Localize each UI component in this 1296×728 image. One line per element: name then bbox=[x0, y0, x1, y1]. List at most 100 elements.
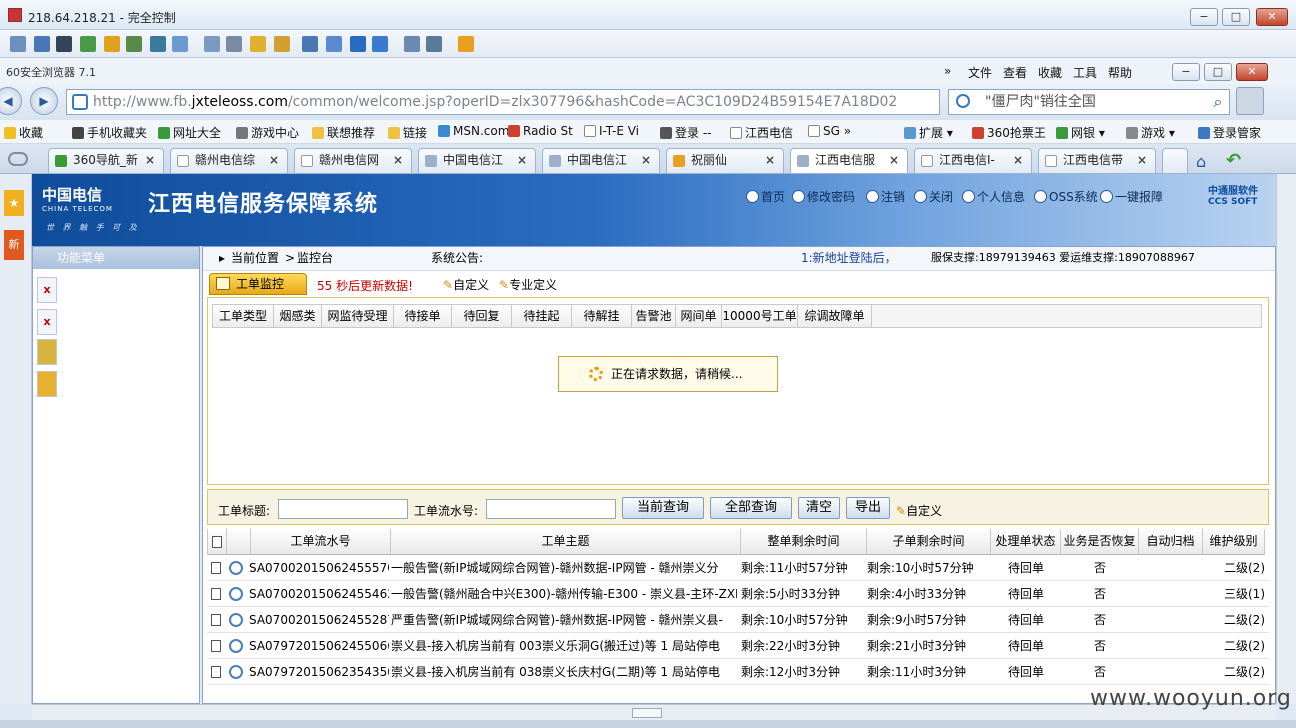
tab-close-icon[interactable]: × bbox=[393, 149, 403, 172]
tab-work-order-monitor[interactable]: 工单监控 bbox=[209, 273, 307, 295]
menu-file[interactable]: 文件 bbox=[968, 64, 992, 81]
category-internet[interactable]: 网间单 bbox=[676, 304, 722, 328]
row-checkbox[interactable] bbox=[211, 666, 221, 678]
magnifier-icon[interactable] bbox=[229, 639, 243, 653]
header-link-logout[interactable]: 注销 bbox=[866, 188, 905, 205]
close-button[interactable]: ✕ bbox=[1256, 8, 1288, 26]
search-engine-icon[interactable] bbox=[956, 94, 970, 108]
undo-close-icon[interactable]: ↶ bbox=[1226, 150, 1241, 171]
menu-favorites[interactable]: 收藏 bbox=[1038, 64, 1062, 81]
toolbar-icon-10[interactable] bbox=[226, 36, 242, 52]
header-link-oss[interactable]: OSS系统 bbox=[1034, 188, 1098, 205]
col-recovered[interactable]: 业务是否恢复 bbox=[1061, 529, 1139, 555]
tab-close-icon[interactable]: × bbox=[765, 149, 775, 172]
toolbar-icon-13[interactable] bbox=[302, 36, 318, 52]
magnifier-icon[interactable] bbox=[229, 613, 243, 627]
address-input[interactable]: http://www.fb.jxteleoss.com/common/welco… bbox=[66, 89, 940, 115]
avatar[interactable] bbox=[1236, 87, 1264, 115]
col-auto-archive[interactable]: 自动归档 bbox=[1139, 529, 1203, 555]
table-row[interactable]: SA07002015062455287 严重告警(新IP城域网综合网管)-赣州数… bbox=[207, 607, 1269, 633]
browser-maximize-button[interactable]: □ bbox=[1204, 63, 1232, 81]
browser-tab-3[interactable]: 赣州电信网 × bbox=[294, 148, 412, 173]
side-folder-icon-2[interactable] bbox=[37, 371, 57, 397]
row-serial[interactable]: SA07002015062455462 bbox=[249, 581, 389, 607]
side-close-icon-2[interactable]: x bbox=[37, 309, 57, 335]
custom-columns-link[interactable]: ✎自定义 bbox=[896, 502, 942, 519]
toolbar-icon-16[interactable] bbox=[372, 36, 388, 52]
clear-button[interactable]: 清空 bbox=[798, 497, 840, 519]
browser-tab-9[interactable]: 江西电信带 × bbox=[1038, 148, 1156, 173]
table-row[interactable]: SA07972015062455066 崇义县-接入机房当前有 003崇义乐洞G… bbox=[207, 633, 1269, 659]
fav-extensions[interactable]: 扩展 ▾ bbox=[904, 124, 953, 141]
row-serial[interactable]: SA07972015062354350 bbox=[249, 659, 389, 685]
header-link-home[interactable]: 首页 bbox=[746, 188, 785, 205]
breadcrumb-page[interactable]: 监控台 bbox=[297, 247, 333, 269]
toolbar-icon-19[interactable] bbox=[458, 36, 474, 52]
browser-tab-2[interactable]: 赣州电信综 × bbox=[170, 148, 288, 173]
menu-help[interactable]: 帮助 bbox=[1108, 64, 1132, 81]
fav-radio[interactable]: Radio St bbox=[508, 124, 573, 138]
menu-view[interactable]: 查看 bbox=[1003, 64, 1027, 81]
cloud-icon[interactable] bbox=[8, 152, 28, 166]
row-serial[interactable]: SA07002015062455570 bbox=[249, 555, 389, 581]
select-all-checkbox[interactable] bbox=[212, 536, 222, 548]
toolbar-icon-7[interactable] bbox=[150, 36, 166, 52]
fav-ite[interactable]: I-T-E Vi bbox=[584, 124, 639, 138]
back-button[interactable]: ◀ bbox=[0, 87, 22, 115]
fav-login-manager[interactable]: 登录管家 bbox=[1198, 124, 1261, 141]
toolbar-icon-12[interactable] bbox=[274, 36, 290, 52]
toolbar-icon-8[interactable] bbox=[172, 36, 188, 52]
toolbar-icon-3[interactable] bbox=[56, 36, 72, 52]
browser-close-button[interactable]: ✕ bbox=[1236, 63, 1268, 81]
fav-shoucang[interactable]: 收藏 bbox=[4, 124, 43, 141]
toolbar-icon-1[interactable] bbox=[10, 36, 26, 52]
search-icon[interactable]: ⌕ bbox=[1208, 92, 1228, 112]
serial-input[interactable] bbox=[486, 499, 616, 519]
header-link-change-password[interactable]: 修改密码 bbox=[792, 188, 855, 205]
toolbar-icon-4[interactable] bbox=[80, 36, 96, 52]
col-level[interactable]: 维护级别 bbox=[1203, 529, 1265, 555]
vertical-scrollbar[interactable] bbox=[1276, 174, 1296, 704]
forward-button[interactable]: ▶ bbox=[30, 87, 58, 115]
menu-more[interactable]: » bbox=[944, 64, 951, 78]
browser-tab-7[interactable]: 江西电信服 × bbox=[790, 148, 908, 173]
category-net-pending[interactable]: 网监待受理 bbox=[322, 304, 394, 328]
pro-custom-link[interactable]: ✎专业定义 bbox=[499, 276, 557, 293]
row-serial[interactable]: SA07972015062455066 bbox=[249, 633, 389, 659]
fav-game-center[interactable]: 游戏中心 bbox=[236, 124, 299, 141]
row-serial[interactable]: SA07002015062455287 bbox=[249, 607, 389, 633]
col-subject[interactable]: 工单主题 bbox=[391, 529, 741, 555]
magnifier-icon[interactable] bbox=[229, 665, 243, 679]
tab-close-icon[interactable]: × bbox=[889, 149, 899, 172]
current-query-button[interactable]: 当前查询 bbox=[622, 497, 704, 519]
tab-close-icon[interactable]: × bbox=[145, 149, 155, 172]
title-input[interactable] bbox=[278, 499, 408, 519]
export-button[interactable]: 导出 bbox=[846, 497, 890, 519]
magnifier-icon[interactable] bbox=[229, 561, 243, 575]
fav-mobile[interactable]: 手机收藏夹 bbox=[72, 124, 147, 141]
select-all-header[interactable] bbox=[207, 529, 227, 555]
fav-links[interactable]: 链接 bbox=[388, 124, 427, 141]
browser-tab-1[interactable]: 360导航_新 × bbox=[48, 148, 164, 173]
category-10000[interactable]: 10000号工单 bbox=[722, 304, 798, 328]
category-to-reply[interactable]: 待回复 bbox=[452, 304, 512, 328]
category-to-accept[interactable]: 待接单 bbox=[394, 304, 452, 328]
menu-tools[interactable]: 工具 bbox=[1073, 64, 1097, 81]
fav-bank[interactable]: 网银 ▾ bbox=[1056, 124, 1105, 141]
header-link-close[interactable]: 关闭 bbox=[914, 188, 953, 205]
category-smoke[interactable]: 烟感类 bbox=[274, 304, 322, 328]
browser-tab-8[interactable]: 江西电信I- × bbox=[914, 148, 1032, 173]
magnifier-icon[interactable] bbox=[229, 587, 243, 601]
home-icon[interactable]: ⌂ bbox=[1196, 152, 1206, 171]
tab-close-icon[interactable]: × bbox=[641, 149, 651, 172]
toolbar-icon-5[interactable] bbox=[104, 36, 120, 52]
all-query-button[interactable]: 全部查询 bbox=[710, 497, 792, 519]
browser-minimize-button[interactable]: − bbox=[1172, 63, 1200, 81]
browser-tab-4[interactable]: 中国电信江 × bbox=[418, 148, 536, 173]
category-to-unsuspend[interactable]: 待解挂 bbox=[572, 304, 632, 328]
scroll-thumb[interactable] bbox=[632, 708, 662, 718]
star-icon[interactable]: ★ bbox=[4, 190, 24, 216]
table-row[interactable]: SA07002015062455570 一般告警(新IP城域网综合网管)-赣州数… bbox=[207, 555, 1269, 581]
toolbar-icon-6[interactable] bbox=[126, 36, 142, 52]
row-checkbox[interactable] bbox=[211, 562, 221, 574]
